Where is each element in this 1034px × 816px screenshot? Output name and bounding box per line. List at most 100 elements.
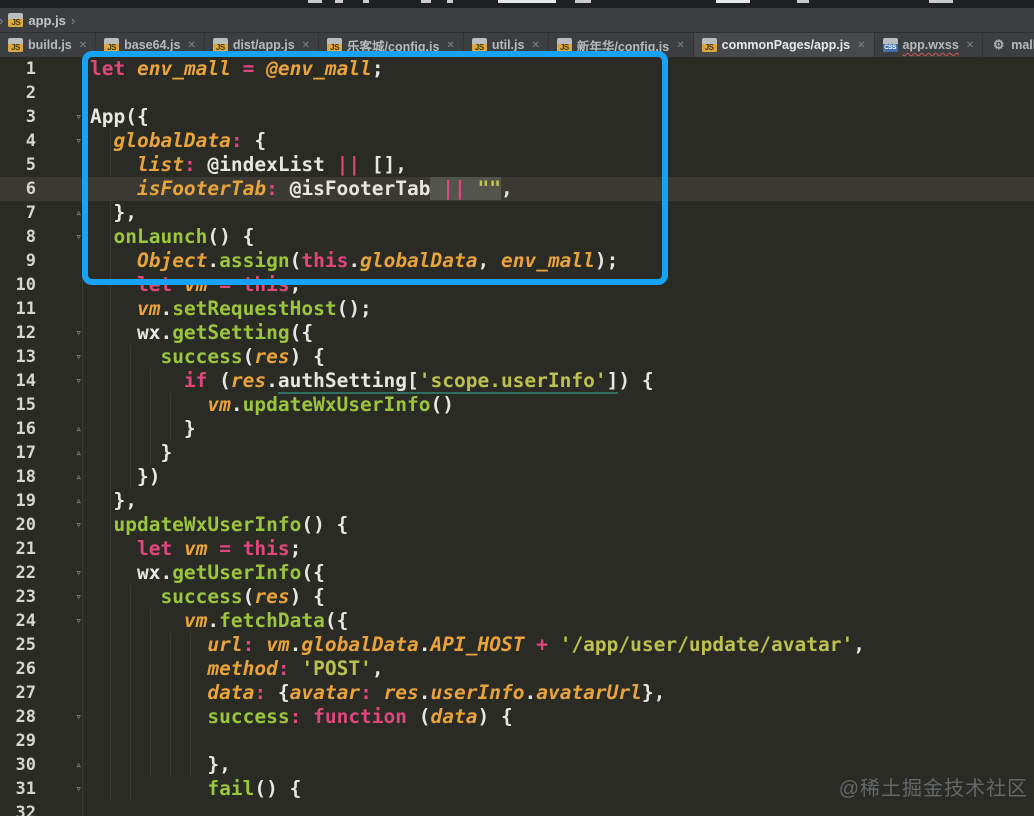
code-line[interactable]: 27 data: {avatar: res.userInfo.avatarUrl… <box>0 681 1034 705</box>
editor-tab[interactable]: CSS app.wxss ✕ <box>875 33 984 57</box>
watermark: @稀土掘金技术社区 <box>838 778 1028 800</box>
chevron-right-icon: › <box>0 13 3 28</box>
code-line[interactable]: 28 ▿ success: function (data) { <box>0 705 1034 729</box>
tab-close-icon[interactable]: ✕ <box>446 40 454 51</box>
tab-close-icon[interactable]: ✕ <box>676 40 684 51</box>
editor-tab[interactable]: ⚙mall.json✕ <box>983 33 1034 57</box>
line-number: 32 <box>15 803 36 816</box>
fold-marker-icon[interactable]: ▵ <box>36 465 90 489</box>
line-number: 9 <box>25 251 36 271</box>
fold-marker-icon[interactable]: ▿ <box>36 369 90 393</box>
code-line[interactable]: 1 let env_mall = @env_mall; <box>0 57 1034 81</box>
fold-gutter <box>36 729 90 753</box>
line-number: 11 <box>15 299 36 319</box>
fold-marker-icon[interactable]: ▵ <box>36 489 90 513</box>
fold-marker-icon[interactable]: ▵ <box>36 201 90 225</box>
browser-edge-fragment <box>421 0 431 3</box>
code-text: isFooterTab: @isFooterTab || "", <box>136 177 513 200</box>
code-line[interactable]: 6 isFooterTab: @isFooterTab || "", <box>0 177 1034 201</box>
code-line[interactable]: 16 ▵ } <box>0 417 1034 441</box>
fold-marker-icon[interactable]: ▵ <box>36 441 90 465</box>
code-text: } <box>90 441 173 464</box>
tab-close-icon[interactable]: ✕ <box>79 40 87 51</box>
fold-gutter <box>36 249 90 273</box>
code-text: vm.setRequestHost(); <box>136 297 372 320</box>
fold-marker-icon[interactable]: ▿ <box>36 345 90 369</box>
fold-marker-icon[interactable]: ▿ <box>36 561 90 585</box>
code-line[interactable]: 25 url: vm.globalData.API_HOST + '/app/u… <box>0 633 1034 657</box>
browser-edge-fragment <box>308 0 322 3</box>
code-line[interactable]: 9 Object.assign(this.globalData, env_mal… <box>0 249 1034 273</box>
code-text: let env_mall = @env_mall; <box>90 57 384 80</box>
fold-marker-icon[interactable]: ▿ <box>36 105 90 129</box>
fold-marker-icon[interactable]: ▿ <box>36 129 90 153</box>
line-number: 20 <box>15 515 36 535</box>
code-editor[interactable]: 1 let env_mall = @env_mall; 2 3 ▿ App({4 ▿ glo… <box>0 57 1034 816</box>
tab-close-icon[interactable]: ✕ <box>531 40 539 51</box>
code-text: }, <box>90 753 231 776</box>
code-line[interactable]: 26 method: 'POST', <box>0 657 1034 681</box>
fold-gutter <box>36 393 90 417</box>
code-line[interactable]: 19 ▵ }, <box>0 489 1034 513</box>
code-line[interactable]: 3 ▿ App({ <box>0 105 1034 129</box>
code-line[interactable]: 23 ▿ success(res) { <box>0 585 1034 609</box>
code-line[interactable]: 20 ▿ updateWxUserInfo() { <box>0 513 1034 537</box>
code-text: Object.assign(this.globalData, env_mall)… <box>136 249 619 272</box>
fold-gutter <box>36 801 90 816</box>
code-text: } <box>90 417 196 440</box>
code-line[interactable]: 15 vm.updateWxUserInfo() <box>0 393 1034 417</box>
fold-marker-icon[interactable]: ▵ <box>36 417 90 441</box>
code-line[interactable]: 17 ▵ } <box>0 441 1034 465</box>
editor-tab[interactable]: JS base64.js ✕ <box>96 33 205 57</box>
fold-marker-icon[interactable]: ▿ <box>36 513 90 537</box>
code-line[interactable]: 10 let vm = this; <box>0 273 1034 297</box>
line-number: 19 <box>15 491 36 511</box>
fold-marker-icon[interactable]: ▵ <box>36 753 90 777</box>
code-line[interactable]: 4 ▿ globalData: { <box>0 129 1034 153</box>
browser-edge-fragment <box>797 0 809 3</box>
code-line[interactable]: 2 <box>0 81 1034 105</box>
line-number: 29 <box>15 731 36 751</box>
breadcrumb-file[interactable]: app.js <box>28 13 66 28</box>
code-line[interactable]: 14 ▿ if (res.authSetting['scope.userInfo'… <box>0 369 1034 394</box>
editor-tab[interactable]: JS commonPages/app.js ✕ <box>693 33 875 57</box>
code-line[interactable]: 24 ▿ vm.fetchData({ <box>0 609 1034 633</box>
line-number: 16 <box>15 419 36 439</box>
line-number: 24 <box>15 611 36 631</box>
tab-close-icon[interactable]: ✕ <box>187 40 195 51</box>
fold-marker-icon[interactable]: ▿ <box>36 609 90 633</box>
code-line[interactable]: 18 ▵ }) <box>0 465 1034 489</box>
fold-marker-icon[interactable]: ▿ <box>36 225 90 249</box>
editor-tab[interactable]: JS 新年华/config.js ✕ <box>549 33 694 57</box>
fold-gutter <box>36 81 90 105</box>
code-line[interactable]: 22 ▿ wx.getUserInfo({ <box>0 561 1034 585</box>
fold-marker-icon[interactable]: ▿ <box>36 321 90 345</box>
code-lines[interactable]: 1 let env_mall = @env_mall; 2 3 ▿ App({4 ▿ glo… <box>0 57 1034 816</box>
fold-marker-icon[interactable]: ▿ <box>36 777 90 801</box>
code-line[interactable]: 8 ▿ onLaunch() { <box>0 225 1034 249</box>
editor-tab[interactable]: JS util.js ✕ <box>464 33 549 57</box>
tab-label: mall.json <box>1011 38 1034 52</box>
editor-tab[interactable]: JS 乐客城/config.js ✕ <box>319 33 464 57</box>
code-line[interactable]: 29 <box>0 729 1034 753</box>
code-line[interactable]: 5 list: @indexList || [], <box>0 153 1034 177</box>
code-line[interactable]: 7 ▵ }, <box>0 201 1034 225</box>
tab-close-icon[interactable]: ✕ <box>966 40 974 51</box>
editor-tab[interactable]: JS dist/app.js ✕ <box>205 33 320 57</box>
code-line[interactable]: 12 ▿ wx.getSetting({ <box>0 321 1034 345</box>
js-file-icon: JS <box>471 38 487 52</box>
tab-close-icon[interactable]: ✕ <box>857 40 865 51</box>
browser-edge-fragment <box>716 0 750 3</box>
fold-gutter <box>36 297 90 321</box>
breadcrumb[interactable]: › JS app.js › <box>0 8 1034 33</box>
code-text: }, <box>90 201 137 224</box>
tab-close-icon[interactable]: ✕ <box>302 40 310 51</box>
fold-marker-icon[interactable]: ▿ <box>36 585 90 609</box>
code-line[interactable]: 21 let vm = this; <box>0 537 1034 561</box>
code-text: if (res.authSetting['scope.userInfo']) { <box>183 369 654 394</box>
editor-tab[interactable]: JS build.js ✕ <box>0 33 97 57</box>
code-line[interactable]: 13 ▿ success(res) { <box>0 345 1034 369</box>
fold-marker-icon[interactable]: ▿ <box>36 705 90 729</box>
code-line[interactable]: 11 vm.setRequestHost(); <box>0 297 1034 321</box>
code-line[interactable]: 32 <box>0 801 1034 816</box>
